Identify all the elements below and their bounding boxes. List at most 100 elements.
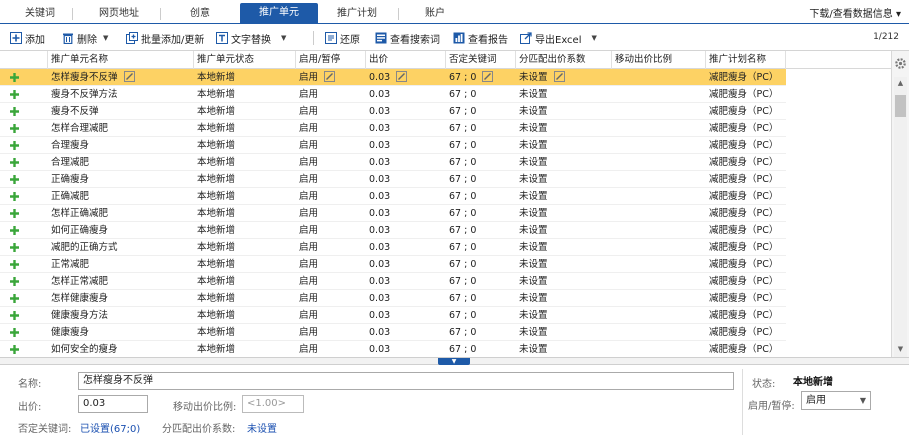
- scroll-up-icon[interactable]: ▲: [896, 79, 905, 87]
- text-replace-button[interactable]: 文字替换 ▼: [216, 30, 286, 46]
- cell-match-bid[interactable]: 未设置: [516, 188, 612, 205]
- cell-match-bid[interactable]: 未设置: [516, 171, 612, 188]
- cell-match-bid[interactable]: 未设置: [516, 154, 612, 171]
- table-row[interactable]: 合理减肥 本地新增 启用 0.03 67 ; 0 未设置 减肥瘦身（PC）: [0, 154, 786, 171]
- cell-name[interactable]: 如何正确瘦身: [48, 222, 194, 239]
- cell-bid[interactable]: 0.03: [366, 137, 446, 154]
- cell-match-bid[interactable]: 未设置: [516, 324, 612, 341]
- match-bid-link[interactable]: 未设置: [247, 420, 277, 435]
- cell-mobile-bid[interactable]: [612, 188, 706, 205]
- cell-negative-keywords[interactable]: 67 ; 0: [446, 86, 516, 103]
- cell-campaign[interactable]: 减肥瘦身（PC）: [706, 256, 786, 273]
- cell-status[interactable]: 本地新增: [194, 273, 296, 290]
- cell-enabled[interactable]: 启用: [296, 171, 366, 188]
- cell-match-bid[interactable]: 未设置: [516, 120, 612, 137]
- cell-match-bid[interactable]: 未设置: [516, 307, 612, 324]
- cell-bid[interactable]: 0.03: [366, 171, 446, 188]
- table-row[interactable]: 正确瘦身 本地新增 启用 0.03 67 ; 0 未设置 减肥瘦身（PC）: [0, 171, 786, 188]
- table-row[interactable]: 怎样正确减肥 本地新增 启用 0.03 67 ; 0 未设置 减肥瘦身（PC）: [0, 205, 786, 222]
- cell-name[interactable]: 怎样健康瘦身: [48, 290, 194, 307]
- cell-negative-keywords[interactable]: 67 ; 0: [446, 324, 516, 341]
- cell-enabled[interactable]: 启用: [296, 137, 366, 154]
- cell-mobile-bid[interactable]: [612, 222, 706, 239]
- cell-name[interactable]: 正常减肥: [48, 256, 194, 273]
- cell-campaign[interactable]: 减肥瘦身（PC）: [706, 154, 786, 171]
- cell-negative-keywords[interactable]: 67 ; 0: [446, 103, 516, 120]
- negative-keywords-link[interactable]: 已设置(67;0): [80, 420, 140, 435]
- cell-status[interactable]: 本地新增: [194, 154, 296, 171]
- tab-account[interactable]: 账户: [412, 4, 458, 24]
- cell-name[interactable]: 怎样瘦身不反弹: [48, 69, 194, 86]
- expand-plus-icon[interactable]: [9, 208, 20, 219]
- cell-campaign[interactable]: 减肥瘦身（PC）: [706, 171, 786, 188]
- table-row[interactable]: 正常减肥 本地新增 启用 0.03 67 ; 0 未设置 减肥瘦身（PC）: [0, 256, 786, 273]
- bid-input[interactable]: 0.03: [78, 395, 148, 413]
- vertical-scrollbar[interactable]: ▲ ▼: [894, 77, 907, 357]
- cell-enabled[interactable]: 启用: [296, 86, 366, 103]
- column-header-negative-keywords[interactable]: 否定关键词: [446, 51, 516, 69]
- cell-status[interactable]: 本地新增: [194, 239, 296, 256]
- table-row[interactable]: 怎样健康瘦身 本地新增 启用 0.03 67 ; 0 未设置 减肥瘦身（PC）: [0, 290, 786, 307]
- tab-urls[interactable]: 网页地址: [86, 4, 152, 24]
- column-header-campaign[interactable]: 推广计划名称: [706, 51, 786, 69]
- cell-match-bid[interactable]: 未设置: [516, 273, 612, 290]
- name-input[interactable]: 怎样瘦身不反弹: [78, 372, 734, 390]
- cell-campaign[interactable]: 减肥瘦身（PC）: [706, 324, 786, 341]
- cell-status[interactable]: 本地新增: [194, 171, 296, 188]
- cell-campaign[interactable]: 减肥瘦身（PC）: [706, 222, 786, 239]
- cell-negative-keywords[interactable]: 67 ; 0: [446, 222, 516, 239]
- expand-plus-icon[interactable]: [9, 140, 20, 151]
- cell-bid[interactable]: 0.03: [366, 69, 446, 86]
- cell-mobile-bid[interactable]: [612, 256, 706, 273]
- cell-bid[interactable]: 0.03: [366, 324, 446, 341]
- table-row[interactable]: 健康瘦身方法 本地新增 启用 0.03 67 ; 0 未设置 减肥瘦身（PC）: [0, 307, 786, 324]
- cell-mobile-bid[interactable]: [612, 290, 706, 307]
- cell-enabled[interactable]: 启用: [296, 290, 366, 307]
- cell-campaign[interactable]: 减肥瘦身（PC）: [706, 239, 786, 256]
- cell-enabled[interactable]: 启用: [296, 120, 366, 137]
- chevron-down-icon[interactable]: ▼: [281, 34, 286, 42]
- cell-bid[interactable]: 0.03: [366, 205, 446, 222]
- table-row[interactable]: 如何正确瘦身 本地新增 启用 0.03 67 ; 0 未设置 减肥瘦身（PC）: [0, 222, 786, 239]
- expand-plus-icon[interactable]: [9, 327, 20, 338]
- batch-add-update-button[interactable]: 批量添加/更新: [126, 30, 204, 46]
- cell-match-bid[interactable]: 未设置: [516, 86, 612, 103]
- table-row[interactable]: 瘦身不反弹方法 本地新增 启用 0.03 67 ; 0 未设置 减肥瘦身（PC）: [0, 86, 786, 103]
- chevron-down-icon[interactable]: ▼: [103, 34, 108, 42]
- gear-icon[interactable]: [894, 57, 907, 70]
- cell-status[interactable]: 本地新增: [194, 307, 296, 324]
- table-row[interactable]: 怎样合理减肥 本地新增 启用 0.03 67 ; 0 未设置 减肥瘦身（PC）: [0, 120, 786, 137]
- cell-bid[interactable]: 0.03: [366, 273, 446, 290]
- expand-plus-icon[interactable]: [9, 89, 20, 100]
- table-row[interactable]: 怎样正常减肥 本地新增 启用 0.03 67 ; 0 未设置 减肥瘦身（PC）: [0, 273, 786, 290]
- cell-negative-keywords[interactable]: 67 ; 0: [446, 273, 516, 290]
- cell-mobile-bid[interactable]: [612, 205, 706, 222]
- tab-keywords[interactable]: 关键词: [14, 4, 66, 24]
- table-row[interactable]: 健康瘦身 本地新增 启用 0.03 67 ; 0 未设置 减肥瘦身（PC）: [0, 324, 786, 341]
- cell-campaign[interactable]: 减肥瘦身（PC）: [706, 103, 786, 120]
- cell-enabled[interactable]: 启用: [296, 69, 366, 86]
- cell-name[interactable]: 正确减肥: [48, 188, 194, 205]
- enable-pause-select[interactable]: 启用 ▼: [801, 391, 871, 410]
- cell-match-bid[interactable]: 未设置: [516, 205, 612, 222]
- table-row[interactable]: 正确减肥 本地新增 启用 0.03 67 ; 0 未设置 减肥瘦身（PC）: [0, 188, 786, 205]
- cell-enabled[interactable]: 启用: [296, 307, 366, 324]
- cell-campaign[interactable]: 减肥瘦身（PC）: [706, 137, 786, 154]
- cell-enabled[interactable]: 启用: [296, 324, 366, 341]
- expand-plus-icon[interactable]: [9, 242, 20, 253]
- cell-bid[interactable]: 0.03: [366, 290, 446, 307]
- cell-status[interactable]: 本地新增: [194, 290, 296, 307]
- cell-bid[interactable]: 0.03: [366, 120, 446, 137]
- cell-enabled[interactable]: 启用: [296, 341, 366, 357]
- cell-status[interactable]: 本地新增: [194, 86, 296, 103]
- chevron-down-icon[interactable]: ▼: [592, 34, 597, 42]
- cell-mobile-bid[interactable]: [612, 273, 706, 290]
- cell-negative-keywords[interactable]: 67 ; 0: [446, 171, 516, 188]
- cell-enabled[interactable]: 启用: [296, 222, 366, 239]
- cell-bid[interactable]: 0.03: [366, 239, 446, 256]
- table-row[interactable]: 合理瘦身 本地新增 启用 0.03 67 ; 0 未设置 减肥瘦身（PC）: [0, 137, 786, 154]
- column-header-name[interactable]: 推广单元名称: [48, 51, 194, 69]
- cell-negative-keywords[interactable]: 67 ; 0: [446, 307, 516, 324]
- cell-match-bid[interactable]: 未设置: [516, 341, 612, 357]
- cell-mobile-bid[interactable]: [612, 307, 706, 324]
